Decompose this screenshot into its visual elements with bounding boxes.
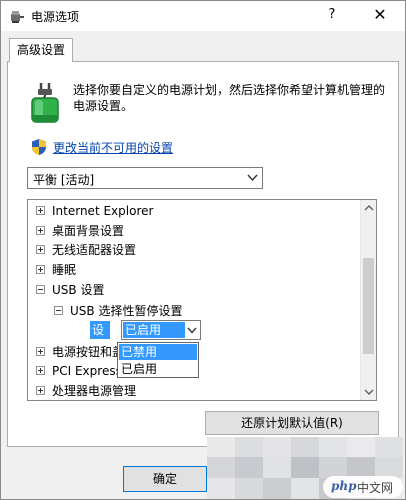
tab-advanced-settings[interactable]: 高级设置 bbox=[9, 38, 73, 62]
expand-plus-icon[interactable] bbox=[36, 386, 45, 395]
scroll-down-arrow-icon[interactable] bbox=[361, 384, 377, 400]
help-button[interactable]: ? bbox=[317, 3, 347, 27]
uac-shield-icon bbox=[32, 139, 46, 155]
setting-value-combobox[interactable]: 已启用 bbox=[121, 320, 201, 340]
expand-plus-icon[interactable] bbox=[36, 226, 45, 235]
power-settings-tree[interactable]: Internet Explorer 桌面背景设置 无线适配器设置 睡眠 USB … bbox=[27, 199, 377, 401]
title-bar: 电源选项 ? ✕ bbox=[1, 1, 405, 31]
power-plan-description: 选择你要自定义的电源计划，然后选择你希望计算机管理的电源设置。 bbox=[73, 83, 386, 113]
power-options-dialog: 电源选项 ? ✕ 高级设置 选择你要自定义的电源计划，然后选择你希望计算机管理的… bbox=[0, 0, 406, 500]
chevron-down-icon bbox=[247, 174, 258, 182]
setting-label: 设置: bbox=[90, 321, 111, 355]
collapse-minus-icon[interactable] bbox=[54, 306, 63, 315]
scroll-up-arrow-icon[interactable] bbox=[361, 200, 377, 216]
watermark-text: 中文网 bbox=[357, 481, 394, 495]
setting-options-dropdown[interactable]: 已禁用 已启用 bbox=[117, 342, 199, 378]
setting-value: 已启用 bbox=[123, 322, 185, 338]
power-options-app-icon bbox=[11, 11, 24, 23]
power-plan-select-value: 平衡 [活动] bbox=[33, 173, 95, 187]
collapse-minus-icon[interactable] bbox=[36, 285, 45, 294]
expand-plus-icon[interactable] bbox=[36, 265, 45, 274]
tree-vertical-scrollbar[interactable] bbox=[360, 200, 376, 400]
php-cn-watermark: php 中文网 bbox=[323, 476, 403, 498]
restore-plan-defaults-button[interactable]: 还原计划默认值(R) bbox=[205, 411, 379, 435]
close-button[interactable]: ✕ bbox=[363, 3, 397, 27]
expand-plus-icon[interactable] bbox=[36, 366, 45, 375]
power-plan-select[interactable]: 平衡 [活动] bbox=[27, 167, 263, 189]
dropdown-option-disabled[interactable]: 已禁用 bbox=[119, 344, 197, 360]
ok-button[interactable]: 确定 bbox=[123, 466, 207, 492]
window-title: 电源选项 bbox=[31, 10, 80, 24]
watermark-brand: php bbox=[331, 479, 357, 493]
scrollbar-thumb[interactable] bbox=[363, 258, 374, 354]
dropdown-option-enabled[interactable]: 已启用 bbox=[119, 361, 197, 377]
battery-plug-icon bbox=[31, 83, 59, 123]
change-unavailable-settings-link[interactable]: 更改当前不可用的设置 bbox=[53, 139, 173, 156]
expand-plus-icon[interactable] bbox=[36, 347, 45, 356]
expand-plus-icon[interactable] bbox=[36, 245, 45, 254]
expand-plus-icon[interactable] bbox=[36, 206, 45, 215]
chevron-down-icon bbox=[187, 327, 197, 334]
